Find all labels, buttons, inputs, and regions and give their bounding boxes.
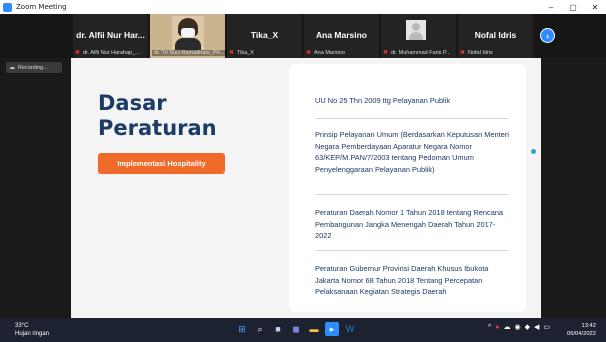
participant-tile[interactable]: dr. Alfii Nur Har... ✖ dr. Alfii Nur Hara… bbox=[73, 14, 148, 58]
divider bbox=[315, 250, 509, 251]
start-icon[interactable]: ⊞ bbox=[235, 322, 249, 336]
participant-label: dr. Alfii Nur Harahap_... bbox=[83, 50, 140, 56]
slide-tag: Implementasi Hospitality bbox=[98, 153, 225, 174]
mic-muted-icon: ✖ bbox=[306, 50, 312, 56]
clock-date: 06/04/2022 bbox=[566, 331, 596, 337]
chevron-up-icon[interactable]: ^ bbox=[488, 324, 491, 331]
participant-strip: dr. Alfii Nur Har... ✖ dr. Alfii Nur Hara… bbox=[0, 14, 606, 58]
participant-label: dr. Muhammad Faris P... bbox=[391, 50, 451, 56]
list-item: UU No 25 Thn 2009 ttg Pelayanan Publik bbox=[315, 96, 451, 105]
weather-widget[interactable]: 33°C Hujan ringan bbox=[15, 322, 49, 338]
weather-temp: 33°C bbox=[15, 323, 29, 329]
participant-label: Nofal Idris bbox=[468, 50, 493, 56]
list-item: Prinsip Pelayanan Umum (Berdasarkan Kepu… bbox=[315, 130, 509, 174]
avatar bbox=[406, 20, 426, 40]
battery-icon[interactable]: ▭ bbox=[543, 323, 550, 331]
record-icon[interactable]: ● bbox=[495, 324, 499, 331]
participant-video-tile[interactable]: dr. Tri Suci Ramadhani_PK... bbox=[150, 14, 227, 58]
volume-icon[interactable]: ◀ bbox=[534, 323, 539, 331]
participant-label: Ana Marsino bbox=[314, 50, 345, 56]
mic-muted-icon: ✖ bbox=[460, 50, 466, 56]
slide-title: Dasar Peraturan bbox=[98, 91, 217, 141]
zoom-app-icon bbox=[3, 2, 12, 12]
wifi-icon[interactable]: ◆ bbox=[525, 323, 530, 331]
maximize-button[interactable]: ▢ bbox=[562, 0, 584, 14]
slide-title-line2: Peraturan bbox=[98, 116, 217, 140]
participant-name: Ana Marsino bbox=[315, 30, 367, 40]
divider bbox=[315, 118, 509, 119]
close-button[interactable]: ✕ bbox=[584, 0, 606, 14]
mic-muted-icon: ✖ bbox=[383, 50, 389, 56]
minimize-button[interactable]: – bbox=[540, 0, 562, 14]
folder-icon[interactable]: ▬ bbox=[307, 322, 321, 336]
clock-time: 13:42 bbox=[581, 323, 596, 329]
next-page-button[interactable]: › bbox=[540, 28, 555, 43]
slide-title-line1: Dasar bbox=[98, 91, 167, 115]
clock[interactable]: 13:42 06/04/2022 bbox=[567, 322, 596, 338]
word-icon[interactable]: W bbox=[343, 322, 357, 336]
window-title: Zoom Meeting bbox=[16, 3, 67, 11]
participant-name: Tika_X bbox=[250, 30, 279, 40]
participant-label: dr. Tri Suci Ramadhani_PK... bbox=[154, 50, 225, 56]
participant-tile[interactable]: Ana Marsino ✖ Ana Marsino bbox=[304, 14, 379, 58]
mic-muted-icon: ✖ bbox=[229, 50, 235, 56]
camera-icon[interactable]: ■ bbox=[271, 322, 285, 336]
list-item: Peraturan Gubernur Provinsi Daerah Khusu… bbox=[315, 264, 489, 296]
shared-screen: ☁ Recording... Dasar Peraturan Implement… bbox=[0, 58, 606, 318]
taskbar: 33°C Hujan ringan ⊞ ⌕ ■ ◼ ▬ ▸ W ^ ● ☁ ◉ … bbox=[0, 318, 606, 342]
participant-name: Nofal Idris bbox=[474, 30, 517, 40]
chat-icon[interactable]: ◼ bbox=[289, 322, 303, 336]
recording-indicator[interactable]: ☁ Recording... bbox=[6, 62, 62, 73]
onedrive-icon[interactable]: ☁ bbox=[504, 323, 511, 331]
list-item: Peraturan Daerah Nomor 1 Tahun 2018 tent… bbox=[315, 208, 504, 240]
participant-tile[interactable]: Tika_X ✖ Tika_X bbox=[227, 14, 302, 58]
recording-label: Recording... bbox=[18, 64, 48, 71]
zoom-icon[interactable]: ▸ bbox=[325, 322, 339, 336]
system-tray: ^ ● ☁ ◉ ◆ ◀ ▭ bbox=[488, 323, 554, 332]
regulation-card: UU No 25 Thn 2009 ttg Pelayanan Publik P… bbox=[289, 64, 526, 312]
divider bbox=[315, 194, 509, 195]
cloud-icon: ☁ bbox=[9, 65, 15, 71]
title-bar: Zoom Meeting – ▢ ✕ bbox=[0, 0, 606, 14]
search-icon[interactable]: ⌕ bbox=[253, 322, 267, 336]
presentation-slide: Dasar Peraturan Implementasi Hospitality… bbox=[71, 58, 541, 318]
participant-video bbox=[172, 16, 204, 50]
zoom-tray-icon[interactable]: ◉ bbox=[515, 323, 521, 331]
participant-tile[interactable]: ✖ dr. Muhammad Faris P... bbox=[381, 14, 456, 58]
weather-desc: Hujan ringan bbox=[15, 331, 50, 337]
participant-name: dr. Alfii Nur Har... bbox=[76, 30, 145, 40]
participant-tile[interactable]: Nofal Idris ✖ Nofal Idris bbox=[458, 14, 533, 58]
annotation-dot bbox=[531, 149, 536, 154]
mic-muted-icon: ✖ bbox=[75, 50, 81, 56]
participant-label: Tika_X bbox=[237, 50, 254, 56]
